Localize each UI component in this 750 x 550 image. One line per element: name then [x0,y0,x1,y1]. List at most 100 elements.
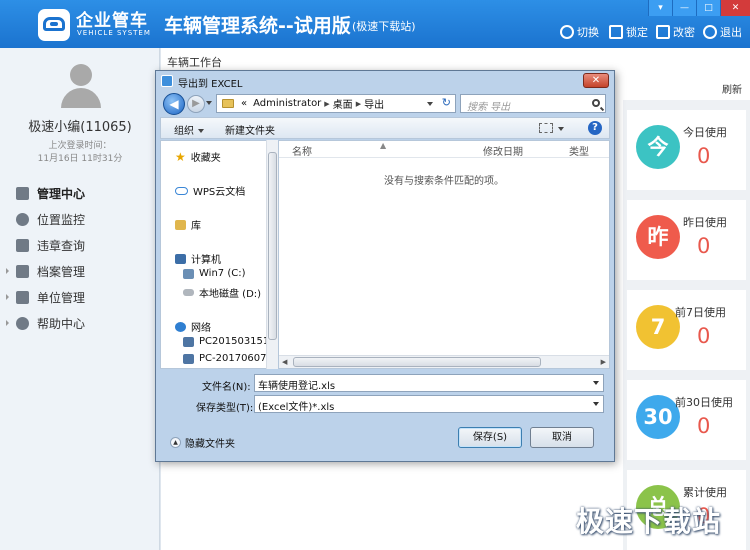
nav-network[interactable]: 网络 [175,319,211,334]
sidebar: 极速小编(11065) 上次登录时间： 11月16日 11时31分 管理中心 位… [0,48,160,550]
lock-button[interactable]: 锁定 [609,23,648,41]
sidebar-item-location[interactable]: 位置监控 [0,206,160,232]
column-type[interactable]: 类型 [569,143,589,158]
nav-computer[interactable]: 计算机 [175,251,221,266]
maximize-button[interactable]: □ [696,0,720,16]
forward-button[interactable]: ▶ [187,95,205,113]
stats-panel: 今 今日使用 0 昨 昨日使用 0 7 前7日使用 0 30 前30日使用 0 … [623,100,750,550]
avatar-head [70,64,92,86]
car-icon [43,17,65,31]
filetype-select[interactable]: (Excel文件)*.xls [254,395,604,413]
logo [38,9,70,41]
address-bar[interactable]: « Administrator ▶ 桌面 ▶ 导出 ↻ [216,94,456,113]
address-segment-administrator[interactable]: Administrator [253,98,321,109]
app-title: 车辆管理系统--试用版 [164,15,351,37]
scrollbar-thumb[interactable] [293,357,541,367]
dialog-app-icon [161,75,173,87]
refresh-button[interactable]: 刷新 [722,81,742,96]
sidebar-item-label: 单位管理 [37,290,86,305]
recent-locations-dropdown[interactable] [206,101,212,105]
file-list: 名称 ▲ 修改日期 类型 没有与搜索条件匹配的项。 ◀ ▶ [278,140,610,369]
cancel-button[interactable]: 取消 [530,427,594,448]
nav-label: Win7 (C:) [199,268,246,279]
sidebar-item-archives[interactable]: 档案管理 [0,258,160,284]
minimize-button[interactable]: — [672,0,696,16]
empty-message: 没有与搜索条件匹配的项。 [384,176,504,187]
nav-host-1[interactable]: PC20150315153 [183,336,277,347]
refresh-icon[interactable]: ↻ [442,96,451,109]
view-options-icon[interactable] [539,123,553,133]
nav-library[interactable]: 库 [175,217,201,232]
column-name[interactable]: 名称 [292,143,312,158]
stat-badge: 30 [636,395,680,439]
stat-value: 0 [697,144,711,168]
stat-label: 昨日使用 [683,216,727,229]
app-header: 企业管车 VEHICLE SYSTEM 车辆管理系统--试用版 (极速下载站) … [0,0,750,48]
network-icon [175,321,186,332]
skin-menu-button[interactable]: ▾ [648,0,672,16]
sidebar-item-help[interactable]: 帮助中心 [0,310,160,336]
search-input[interactable]: 搜索 导出 [460,94,606,113]
filename-input[interactable]: 车辆使用登记.xls [254,374,604,392]
chevron-right-icon[interactable]: ▶ [356,100,361,108]
logout-button[interactable]: 退出 [703,23,742,41]
address-dropdown[interactable] [427,102,433,106]
expand-arrow-icon [6,294,9,300]
back-button[interactable]: ◀ [163,93,185,115]
column-modified[interactable]: 修改日期 [483,143,523,158]
save-button[interactable]: 保存(S) [458,427,522,448]
help-icon[interactable]: ? [588,121,602,135]
sidebar-menu: 管理中心 位置监控 违章查询 档案管理 单位管理 帮助中心 [0,180,160,336]
sidebar-item-violations[interactable]: 违章查询 [0,232,160,258]
address-segment-desktop[interactable]: 桌面 [333,96,353,111]
tab-vehicle-workbench[interactable]: 车辆工作台 [167,54,222,70]
nav-favorites[interactable]: ★ 收藏夹 [175,149,221,165]
nav-wps-cloud[interactable]: WPS云文档 [175,183,245,198]
stat-badge: 昨 [636,215,680,259]
sidebar-item-label: 管理中心 [37,186,86,201]
file-list-scrollbar[interactable]: ◀ ▶ [279,355,609,368]
close-button[interactable]: ✕ [720,0,750,16]
sidebar-item-management-center[interactable]: 管理中心 [0,180,160,206]
switch-icon [560,25,574,39]
organize-button[interactable]: 组织 [174,122,204,137]
address-overflow[interactable]: « [241,98,247,109]
folder-icon [222,99,234,108]
chevron-down-icon[interactable] [593,402,599,406]
new-folder-button[interactable]: 新建文件夹 [225,122,275,137]
chevron-down-icon[interactable] [593,381,599,385]
nav-label: 本地磁盘 (D:) [199,289,262,300]
nav-host-2[interactable]: PC-20170607W [183,353,276,364]
disk-icon [183,289,194,296]
windows-drive-icon [183,268,194,279]
change-password-button[interactable]: 改密 [656,23,695,41]
nav-drive-c[interactable]: Win7 (C:) [176,266,260,282]
dialog-titlebar: 导出到 EXCEL ✕ [156,71,614,91]
nav-pane-scrollbar[interactable] [266,140,278,369]
chevron-right-icon[interactable]: ▶ [324,100,329,108]
nav-drive-d[interactable]: 本地磁盘 (D:) [183,285,261,300]
window-controls: ▾ — □ ✕ [648,0,750,16]
sidebar-item-units[interactable]: 单位管理 [0,284,160,310]
stat-card-today: 今 今日使用 0 [627,110,746,190]
watermark: 极速下载站 [576,505,722,538]
computer-icon [175,253,186,264]
dialog-close-button[interactable]: ✕ [583,73,609,88]
address-segment-export[interactable]: 导出 [364,96,384,111]
computer-icon [183,336,194,347]
navigation-pane: ★ 收藏夹 WPS云文档 库 计算机 Win7 (C:) 本地磁盘 (D:) 网… [160,140,278,369]
filename-value: 车辆使用登记.xls [258,381,336,392]
view-dropdown[interactable] [558,127,564,131]
archive-icon [16,264,29,278]
scroll-right-icon[interactable]: ▶ [601,358,606,366]
stat-label: 前30日使用 [675,396,733,409]
switch-button[interactable]: 切换 [560,23,599,41]
scroll-left-icon[interactable]: ◀ [282,358,287,366]
scrollbar-thumb[interactable] [268,152,277,340]
last-login-time: 11月16日 11时31分 [37,154,123,164]
expand-arrow-icon [6,320,9,326]
nav-label: 网络 [191,323,211,334]
hide-folders-toggle[interactable]: ▲ 隐藏文件夹 [170,435,235,450]
stat-label: 前7日使用 [675,306,726,319]
app-title-sub: (极速下载站) [352,20,416,33]
